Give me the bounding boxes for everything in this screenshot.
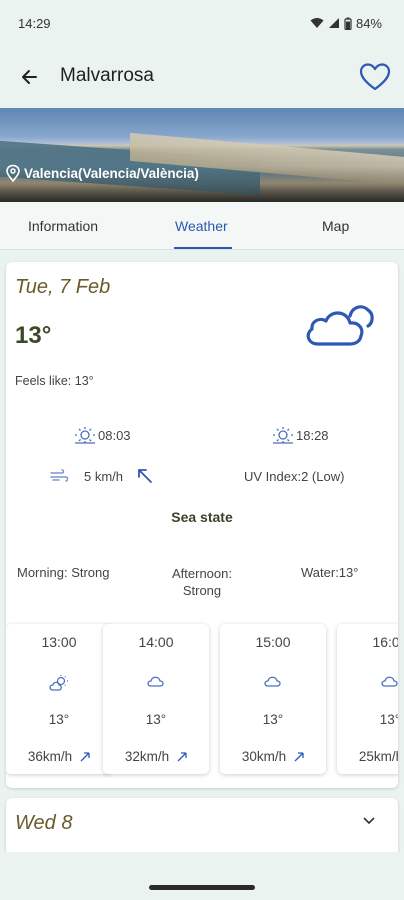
- page-title: Malvarrosa: [60, 65, 154, 86]
- hourly-card[interactable]: 13:00 13° 36km/h: [6, 624, 112, 774]
- app-bar: Malvarrosa: [0, 50, 404, 104]
- battery-level: 84%: [355, 15, 382, 31]
- wind-direction-icon: [177, 751, 187, 761]
- cloud-icon: [264, 676, 281, 687]
- weather-card: Tue, 7 Feb 13° Feels like: 13° 08:03 18:…: [6, 262, 398, 788]
- battery-icon: [344, 17, 352, 30]
- wind-row: 5 km/h: [50, 468, 153, 484]
- sunset-time: 18:28: [296, 427, 329, 443]
- arrow-left-icon: [22, 70, 37, 84]
- forecast-date: Tue, 7 Feb: [15, 276, 111, 298]
- hour-temperature: 13°: [262, 712, 284, 727]
- hour-temperature: 13°: [48, 712, 70, 727]
- chevron-down-icon[interactable]: [362, 816, 376, 826]
- status-icons: 84%: [310, 16, 382, 31]
- beach-photo: [0, 108, 404, 202]
- location-text: Valencia(Valencia/València): [24, 165, 199, 181]
- favorite-button[interactable]: [356, 58, 394, 96]
- sea-state-title: Sea state: [171, 509, 233, 525]
- hour-time: 16:00: [372, 634, 398, 650]
- location-pin-icon: [6, 164, 20, 182]
- day-card-wed[interactable]: Wed 8: [6, 798, 398, 856]
- hour-time: 13:00: [41, 634, 77, 650]
- wind-direction-icon: [80, 751, 90, 761]
- day-title: Wed 8: [15, 812, 73, 834]
- tab-information[interactable]: Information: [28, 218, 98, 234]
- heart-icon: [359, 63, 391, 91]
- hour-wind: 36km/h: [27, 749, 73, 764]
- cloud-icon: [147, 676, 164, 687]
- wind-icon: [50, 469, 69, 482]
- sunrise-time: 08:03: [98, 427, 131, 443]
- sunset-row: 18:28: [272, 426, 329, 444]
- sea-state-afternoon: Afternoon: Strong: [172, 566, 232, 598]
- hour-temperature: 13°: [145, 712, 167, 727]
- back-button[interactable]: [16, 64, 42, 90]
- partly-sunny-icon: [49, 675, 68, 691]
- feels-like: Feels like: 13°: [15, 374, 94, 388]
- hourly-card[interactable]: 16:00 13° 25km/h: [337, 624, 398, 774]
- hour-wind: 25km/h: [358, 749, 398, 764]
- signal-icon: [328, 18, 339, 28]
- hour-wind: 32km/h: [124, 749, 170, 764]
- location-label: Valencia(Valencia/València): [5, 164, 199, 182]
- tab-map[interactable]: Map: [322, 218, 349, 234]
- sea-state-morning: Morning: Strong: [17, 565, 110, 580]
- current-temperature: 13°: [15, 322, 52, 349]
- tab-bar: Information Weather Map: [0, 202, 404, 250]
- hourly-card[interactable]: 15:00 13° 30km/h: [220, 624, 326, 774]
- wifi-icon: [310, 18, 324, 28]
- sunset-icon: [273, 427, 293, 444]
- status-bar: 14:29 84%: [0, 0, 404, 46]
- hour-time: 14:00: [138, 634, 174, 650]
- sunrise-icon: [75, 427, 95, 444]
- tab-weather[interactable]: Weather: [175, 218, 228, 234]
- hour-temperature: 13°: [379, 712, 398, 727]
- uv-index: UV Index:2 (Low): [244, 469, 345, 484]
- cloud-icon: [381, 676, 398, 687]
- cloud-icon: [306, 305, 374, 346]
- sunrise-row: 08:03: [74, 426, 131, 444]
- water-temperature: Water:13°: [301, 565, 359, 580]
- system-nav-bar: [0, 852, 404, 900]
- hour-wind: 30km/h: [241, 749, 287, 764]
- home-indicator[interactable]: [149, 885, 255, 890]
- wind-direction-icon: [138, 469, 152, 483]
- hour-time: 15:00: [255, 634, 291, 650]
- hourly-card[interactable]: 14:00 13° 32km/h: [103, 624, 209, 774]
- tab-indicator: [174, 247, 232, 249]
- status-time: 14:29: [18, 15, 51, 31]
- wind-direction-icon: [294, 751, 304, 761]
- wind-speed: 5 km/h: [84, 468, 124, 484]
